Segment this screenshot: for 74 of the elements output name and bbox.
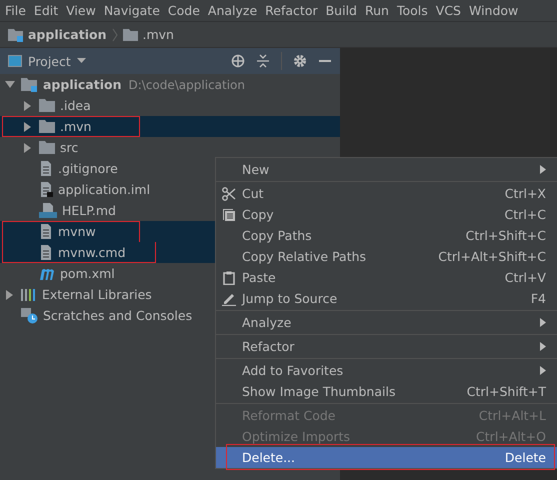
chevron-icon [112, 28, 118, 42]
tree-row[interactable]: .mvn [0, 116, 340, 137]
tree-item-label: External Libraries [42, 287, 152, 302]
menu-item[interactable]: Paste Ctrl+V [216, 267, 557, 288]
folder-icon [39, 141, 55, 154]
module-folder-icon [21, 77, 38, 92]
menu-item[interactable]: New [216, 159, 557, 180]
tree-item-label: application [43, 77, 122, 92]
menu-item[interactable]: Analyze [216, 312, 557, 333]
collapsed-arrow-icon[interactable] [24, 142, 32, 152]
menu-item[interactable]: View [62, 3, 100, 18]
project-view-selector[interactable]: Project [8, 54, 86, 68]
copy-icon [222, 208, 236, 222]
folder-icon [122, 28, 138, 42]
menu-item[interactable]: Cut Ctrl+X [216, 183, 557, 204]
file-icon [39, 245, 53, 260]
menu-item[interactable]: Show Image Thumbnails Ctrl+Shift+T [216, 381, 557, 402]
tree-item-label: src [60, 140, 78, 155]
tree-item-label: Scratches and Consoles [43, 308, 192, 323]
menu-item[interactable]: Delete... Delete [216, 447, 557, 468]
submenu-arrow-icon [540, 366, 546, 375]
breadcrumb-item[interactable]: .mvn [122, 27, 174, 42]
tree-item-label: .mvn [60, 119, 92, 134]
menu-item[interactable]: Tools [392, 3, 432, 18]
tree-row[interactable]: .idea [0, 95, 340, 116]
window-icon [8, 55, 22, 67]
tree-item-label: pom.xml [60, 266, 115, 281]
target-icon[interactable] [231, 54, 245, 68]
file-icon [39, 182, 53, 197]
settings-icon[interactable] [293, 54, 307, 68]
scratches-icon [21, 308, 38, 324]
tree-item-label: HELP.md [62, 203, 116, 218]
menu-item[interactable]: VCS [432, 3, 465, 18]
menu-item[interactable]: Refactor [216, 336, 557, 357]
folder-icon [39, 120, 55, 133]
expanded-arrow-icon[interactable] [5, 80, 15, 88]
submenu-arrow-icon [540, 342, 546, 351]
tree-item-label: mvnw [58, 224, 96, 239]
folder-icon [39, 99, 55, 112]
menu-item[interactable]: Navigate [100, 3, 164, 18]
collapsed-arrow-icon[interactable] [6, 290, 14, 300]
pencil-icon [222, 292, 236, 306]
module-folder-icon [8, 28, 24, 42]
cut-icon [222, 186, 236, 200]
breadcrumb-item[interactable]: application [8, 27, 106, 42]
path-hint: D:\code\application [128, 78, 246, 92]
file-icon [39, 161, 53, 176]
clipboard-icon [223, 270, 235, 284]
file-icon [39, 224, 53, 239]
menu-item[interactable]: Edit [30, 3, 62, 18]
menu-item[interactable]: File [1, 3, 30, 18]
collapse-icon[interactable] [256, 54, 270, 68]
submenu-arrow-icon [540, 165, 546, 174]
markdown-file-icon [39, 203, 57, 218]
libraries-icon [21, 288, 37, 301]
menu-item[interactable]: Run [361, 3, 393, 18]
tree-item-label: application.iml [58, 182, 150, 197]
collapsed-arrow-icon[interactable] [24, 100, 32, 110]
menu-item[interactable]: Build [322, 3, 361, 18]
maven-icon [39, 267, 55, 280]
collapsed-arrow-icon[interactable] [24, 122, 32, 132]
tree-item-label: .gitignore [58, 161, 118, 176]
menu-item[interactable]: Window [464, 3, 522, 18]
tree-row[interactable]: application D:\code\application [0, 74, 340, 95]
tree-row[interactable]: src [0, 137, 340, 158]
menu-item[interactable]: Refactor [261, 3, 322, 18]
tree-item-label: mvnw.cmd [58, 245, 126, 260]
tree-item-label: .idea [60, 98, 91, 113]
menu-item[interactable]: Analyze [204, 3, 262, 18]
submenu-arrow-icon [540, 318, 546, 327]
menu-item[interactable]: Code [164, 3, 204, 18]
menu-item[interactable]: Add to Favorites [216, 360, 557, 381]
menu-item[interactable]: Jump to Source F4 [216, 288, 557, 309]
dropdown-caret-icon [76, 58, 86, 64]
